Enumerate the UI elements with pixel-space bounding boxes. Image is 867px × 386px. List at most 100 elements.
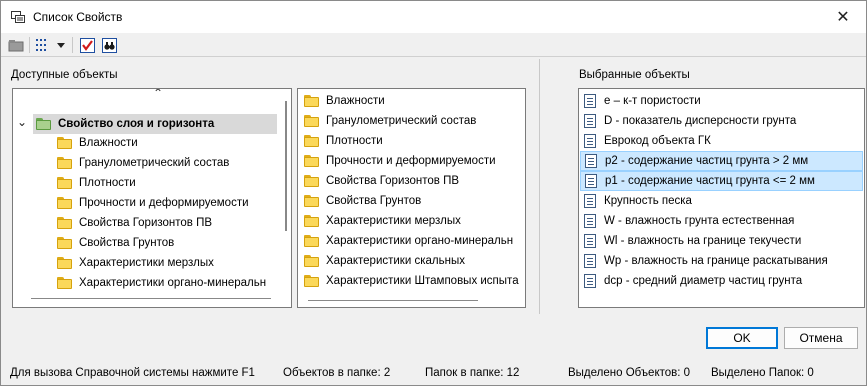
selected-list-item[interactable]: Крупность песка xyxy=(580,191,863,211)
folder-icon xyxy=(57,217,72,229)
selected-list-item[interactable]: p2 - содержание частиц грунта > 2 мм xyxy=(580,151,863,171)
properties-list-icon xyxy=(11,11,25,23)
close-button[interactable]: ✕ xyxy=(820,1,866,33)
selected-objects-label: Выбранные объекты xyxy=(579,69,690,81)
folder-icon xyxy=(57,197,72,209)
selected-list-item[interactable]: Еврокод объекта ГК xyxy=(580,131,863,151)
folder-list-item-label: Прочности и деформируемости xyxy=(326,155,496,167)
selected-list-item-label: Wl - влажность на границе текучести xyxy=(604,235,802,247)
folder-list-item[interactable]: Характеристики скальных xyxy=(304,251,465,271)
folder-list-item-label: Характеристики мерзлых xyxy=(326,215,461,227)
toolbar-separator xyxy=(29,37,30,53)
selected-list-item[interactable]: W - влажность грунта естественная xyxy=(580,211,863,231)
scroll-up-arrow-icon[interactable]: ⌃ xyxy=(153,89,163,100)
tree-item-label: Свойства Горизонтов ПВ xyxy=(79,217,213,229)
selected-objects-area: Выбранные объекты e – к-т пористости D - … xyxy=(539,59,866,314)
document-icon xyxy=(584,274,596,288)
vertical-scrollbar[interactable] xyxy=(285,101,287,231)
selected-list-item[interactable]: D - показатель дисперсности грунта xyxy=(580,111,863,131)
folder-icon xyxy=(304,155,319,167)
folder-list-item[interactable]: Влажности xyxy=(304,91,385,111)
status-folders-in-folder: Папок в папке: 12 xyxy=(425,367,520,379)
folder-list-item[interactable]: Свойства Горизонтов ПВ xyxy=(304,171,459,191)
selected-list-item[interactable]: Wp - влажность на границе раскатывания xyxy=(580,251,863,271)
window-title: Список Свойств xyxy=(33,10,123,24)
checkmark-icon[interactable] xyxy=(78,36,96,54)
folder-tree-panel[interactable]: ⌃ Свойство слоя и горизонта ⌄ Влажности Г… xyxy=(12,88,292,308)
document-icon xyxy=(584,134,596,148)
tree-item-label: Влажности xyxy=(79,137,138,149)
list-view-icon[interactable] xyxy=(34,36,52,54)
selected-list-item[interactable]: Wl - влажность на границе текучести xyxy=(580,231,863,251)
horizontal-scrollbar[interactable] xyxy=(308,300,478,301)
folder-list-item[interactable]: Прочности и деформируемости xyxy=(304,151,496,171)
document-icon xyxy=(584,254,596,268)
folder-icon xyxy=(304,235,319,247)
ok-button[interactable]: OK xyxy=(706,327,778,349)
tree-expand-toggle-icon[interactable]: ⌄ xyxy=(17,115,27,129)
document-icon xyxy=(584,94,596,108)
title-bar: Список Свойств ✕ xyxy=(1,1,866,33)
tree-item[interactable]: Прочности и деформируемости xyxy=(57,193,249,213)
folder-list-item[interactable]: Гранулометрический состав xyxy=(304,111,476,131)
tree-item[interactable]: Влажности xyxy=(57,133,138,153)
cancel-button[interactable]: Отмена xyxy=(784,327,858,349)
folder-icon xyxy=(57,257,72,269)
folder-icon xyxy=(57,277,72,289)
folder-contents-panel[interactable]: Влажности Гранулометрический состав Плотно… xyxy=(297,88,526,308)
folder-list-item[interactable]: Характеристики Штамповых испыта xyxy=(304,271,519,291)
selected-list-item-label: Крупность песка xyxy=(604,195,692,207)
tree-item-label: Характеристики мерзлых xyxy=(79,257,214,269)
tree-item[interactable]: Свойства Грунтов xyxy=(57,233,174,253)
folder-icon xyxy=(57,157,72,169)
selected-list-item[interactable]: dcp - средний диаметр частиц грунта xyxy=(580,271,863,291)
selected-list-item-label: dcp - средний диаметр частиц грунта xyxy=(604,275,803,287)
status-selected-folders: Выделено Папок: 0 xyxy=(711,367,814,379)
selected-list-item-label: p1 - содержание частиц грунта <= 2 мм xyxy=(605,175,815,187)
selected-list-item-label: e – к-т пористости xyxy=(604,95,701,107)
find-icon[interactable] xyxy=(100,36,118,54)
selected-list-item[interactable]: e – к-т пористости xyxy=(580,91,863,111)
folder-list-item[interactable]: Характеристики органо-минеральн xyxy=(304,231,513,251)
status-help-text: Для вызова Справочной системы нажмите F1 xyxy=(10,367,255,379)
selected-list-item-label: Еврокод объекта ГК xyxy=(604,135,711,147)
tree-item[interactable]: Плотности xyxy=(57,173,136,193)
tree-item-label: Гранулометрический состав xyxy=(79,157,230,169)
selected-list-item-label: W - влажность грунта естественная xyxy=(604,215,795,227)
folder-icon xyxy=(304,215,319,227)
toolbar xyxy=(1,33,866,57)
folder-list-item-label: Свойства Грунтов xyxy=(326,195,422,207)
tree-item[interactable]: Характеристики мерзлых xyxy=(57,253,214,273)
folder-icon xyxy=(304,275,319,287)
back-folder-icon[interactable] xyxy=(7,36,25,54)
tree-item[interactable]: Гранулометрический состав xyxy=(57,153,229,173)
selected-list-item[interactable]: p1 - содержание частиц грунта <= 2 мм xyxy=(580,171,863,191)
tree-item[interactable]: Характеристики органо-минеральн xyxy=(57,273,266,293)
document-icon xyxy=(585,174,597,188)
selected-objects-list[interactable]: e – к-т пористости D - показатель дисперс… xyxy=(578,88,865,308)
folder-icon xyxy=(304,175,319,187)
tree-item-label: Характеристики органо-минеральн xyxy=(79,277,267,289)
dropdown-arrow-icon[interactable] xyxy=(55,36,67,54)
tree-item[interactable]: Свойства Горизонтов ПВ xyxy=(57,213,212,233)
folder-list-item-label: Характеристики органо-минеральн xyxy=(326,235,514,247)
toolbar-separator xyxy=(72,37,73,53)
folder-icon xyxy=(304,95,319,107)
horizontal-scrollbar[interactable] xyxy=(31,298,271,299)
folder-list-item[interactable]: Плотности xyxy=(304,131,383,151)
selected-list-item-label: Wp - влажность на границе раскатывания xyxy=(604,255,828,267)
selected-list-item-label: p2 - содержание частиц грунта > 2 мм xyxy=(605,155,809,167)
tree-item-label: Плотности xyxy=(79,177,136,189)
document-icon xyxy=(584,234,596,248)
folder-icon xyxy=(57,237,72,249)
folder-icon xyxy=(304,135,319,147)
folder-icon xyxy=(304,115,319,127)
tree-root-item[interactable]: Свойство слоя и горизонта xyxy=(33,114,277,134)
folder-list-item[interactable]: Характеристики мерзлых xyxy=(304,211,461,231)
status-selected-objects: Выделено Объектов: 0 xyxy=(568,367,691,379)
tree-item-label: Свойства Грунтов xyxy=(79,237,175,249)
folder-list-item-label: Влажности xyxy=(326,95,385,107)
folder-list-item[interactable]: Свойства Грунтов xyxy=(304,191,421,211)
folder-icon xyxy=(304,195,319,207)
folder-icon xyxy=(36,118,51,130)
